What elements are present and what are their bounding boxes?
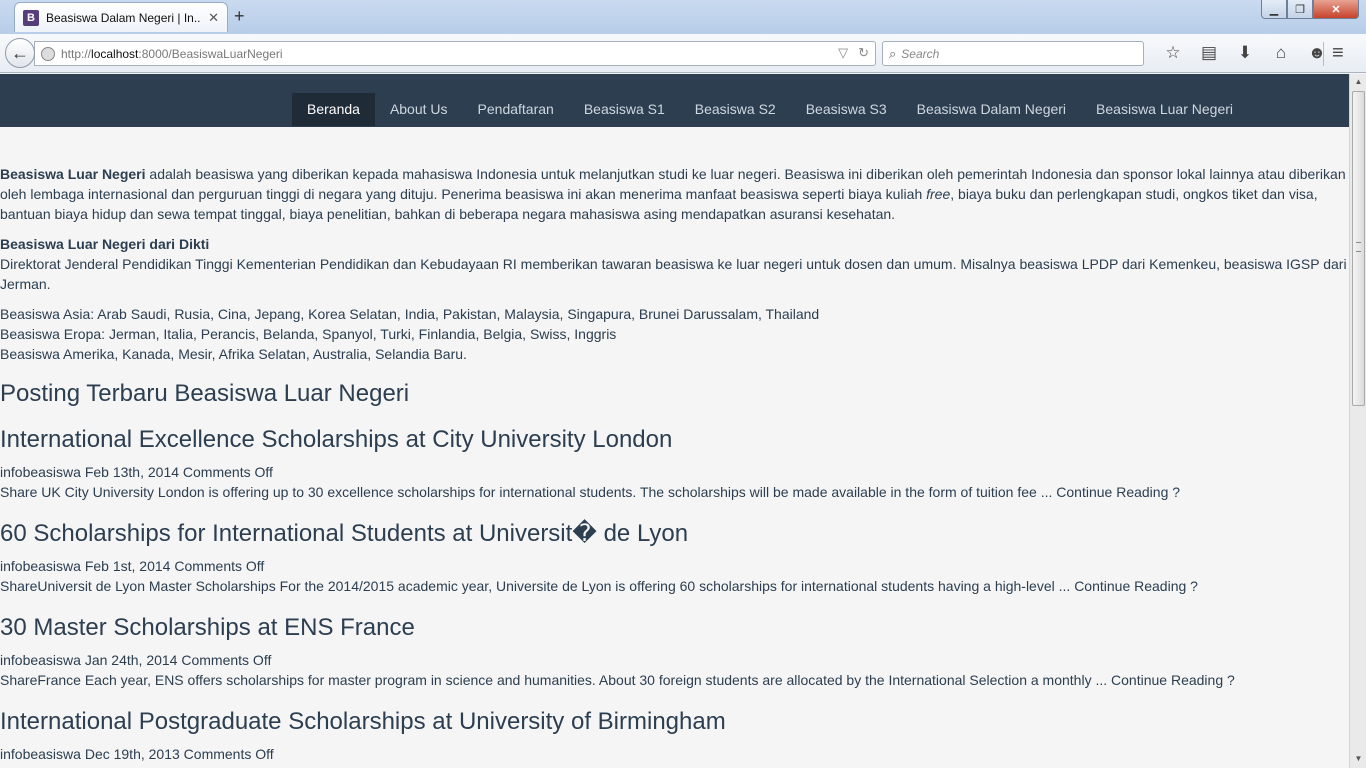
nav-link-luar-negeri[interactable]: Beasiswa Luar Negeri [1081, 93, 1248, 126]
post-title-link[interactable]: International Excellence Scholarships at… [0, 426, 672, 453]
nav-link-beasiswa-s2[interactable]: Beasiswa S2 [680, 93, 791, 126]
close-window-icon[interactable]: ✕ [1313, 0, 1359, 19]
search-input[interactable] [901, 46, 1122, 61]
browser-titlebar: B Beasiswa Dalam Negeri | In... ✕ + ▁ ❐ … [0, 0, 1366, 34]
dikti-heading: Beasiswa Luar Negeri dari Dikti [0, 236, 210, 252]
nav-link-beasiswa-s3[interactable]: Beasiswa S3 [791, 93, 902, 126]
toolbar-divider [1323, 42, 1324, 66]
tab-close-icon[interactable]: ✕ [208, 10, 219, 26]
post-title-link[interactable]: 30 Master Scholarships at ENS France [0, 614, 415, 641]
vertical-scrollbar[interactable]: ▲ ▼ [1349, 74, 1366, 768]
post-excerpt-text: Share UK City University London is offer… [0, 484, 1057, 500]
bootstrap-favicon-icon: B [23, 9, 39, 26]
minimize-icon[interactable]: ▁ [1261, 0, 1287, 19]
back-arrow-icon[interactable]: ← [5, 38, 35, 68]
nav-item-beranda: Beranda [292, 93, 375, 126]
dikti-paragraph: Beasiswa Luar Negeri dari Dikti Direktora… [0, 234, 1349, 294]
intro-bold: Beasiswa Luar Negeri [0, 166, 146, 182]
dikti-text: Direktorat Jenderal Pendidikan Tinggi Ke… [0, 256, 1347, 292]
post-title: 60 Scholarships for International Studen… [0, 520, 1349, 548]
toolbar-icons: ☆ ▤ ⬇ ⌂ ☻ [1155, 42, 1335, 64]
nav-item-beasiswa-s1: Beasiswa S1 [569, 93, 680, 126]
post-meta: infobeasiswa Feb 13th, 2014 Comments Off [0, 464, 273, 480]
regions-paragraph: Beasiswa Asia: Arab Saudi, Rusia, Cina, … [0, 304, 1349, 364]
post-title-link[interactable]: International Postgraduate Scholarships … [0, 708, 726, 735]
home-icon[interactable]: ⌂ [1263, 42, 1299, 64]
post-meta: infobeasiswa Jan 24th, 2014 Comments Off [0, 652, 272, 668]
post-item: 60 Scholarships for International Studen… [0, 520, 1349, 596]
nav-link-about-us[interactable]: About Us [375, 93, 463, 126]
browser-tab[interactable]: B Beasiswa Dalam Negeri | In... ✕ [14, 2, 228, 32]
intro-italic: free [926, 186, 951, 202]
region-amerika: Beasiswa Amerika, Kanada, Mesir, Afrika … [0, 346, 467, 362]
continue-reading-link[interactable]: Continue Reading ? [1111, 672, 1235, 688]
post-excerpt-text: ShareFrance Each year, ENS offers schola… [0, 672, 1112, 688]
post-item: International Postgraduate Scholarships … [0, 708, 1349, 764]
page-viewport: Beranda About Us Pendaftaran Beasiswa S1… [0, 74, 1349, 768]
post-title: International Excellence Scholarships at… [0, 426, 1349, 454]
region-eropa: Beasiswa Eropa: Jerman, Italia, Perancis… [0, 326, 617, 342]
nav-link-beasiswa-s1[interactable]: Beasiswa S1 [569, 93, 680, 126]
nav-item-beasiswa-s3: Beasiswa S3 [791, 93, 902, 126]
main-content: Beasiswa Luar Negeri adalah beasiswa yan… [0, 164, 1349, 764]
window-controls: ▁ ❐ ✕ [1261, 0, 1359, 20]
scroll-up-arrow-icon[interactable]: ▲ [1351, 74, 1366, 90]
browser-toolbar: http://localhost:8000/BeasiswaLuarNegeri… [0, 34, 1366, 73]
nav-link-pendaftaran[interactable]: Pendaftaran [463, 93, 569, 126]
scroll-down-arrow-icon[interactable]: ▼ [1351, 751, 1366, 767]
url-actions: ▽ ↻ [838, 45, 869, 61]
post-excerpt: ShareFrance Each year, ENS offers schola… [0, 670, 1349, 690]
nav-item-dalam-negeri: Beasiswa Dalam Negeri [902, 93, 1081, 126]
post-excerpt: ShareUniversit de Lyon Master Scholarshi… [0, 576, 1349, 596]
menu-icon[interactable]: ≡ [1332, 42, 1344, 65]
search-bar[interactable]: ⌕ [882, 41, 1144, 66]
download-icon[interactable]: ⬇ [1227, 42, 1263, 64]
nav-item-beasiswa-s2: Beasiswa S2 [680, 93, 791, 126]
post-title-link[interactable]: 60 Scholarships for International Studen… [0, 520, 688, 547]
url-bar[interactable]: http://localhost:8000/BeasiswaLuarNegeri… [34, 41, 876, 66]
scroll-grip-icon [1356, 242, 1361, 252]
post-item: International Excellence Scholarships at… [0, 426, 1349, 502]
dropdown-arrow-icon[interactable]: ▽ [838, 45, 848, 61]
continue-reading-link[interactable]: Continue Reading ? [1074, 578, 1198, 594]
search-icon: ⌕ [889, 45, 897, 61]
nav-link-dalam-negeri[interactable]: Beasiswa Dalam Negeri [902, 93, 1081, 126]
nav-list: Beranda About Us Pendaftaran Beasiswa S1… [292, 93, 1248, 126]
nav-item-about-us: About Us [375, 93, 463, 126]
post-title: International Postgraduate Scholarships … [0, 708, 1349, 736]
continue-reading-link[interactable]: Continue Reading ? [1056, 484, 1180, 500]
region-asia: Beasiswa Asia: Arab Saudi, Rusia, Cina, … [0, 306, 820, 322]
bookmark-star-icon[interactable]: ☆ [1155, 42, 1191, 64]
reload-icon[interactable]: ↻ [858, 45, 869, 61]
globe-icon [41, 46, 55, 61]
post-title: 30 Master Scholarships at ENS France [0, 614, 1349, 642]
scroll-thumb[interactable] [1352, 91, 1365, 406]
new-tab-plus-icon[interactable]: + [234, 7, 245, 25]
maximize-icon[interactable]: ❐ [1287, 0, 1313, 19]
post-meta: infobeasiswa Feb 1st, 2014 Comments Off [0, 558, 265, 574]
post-meta: infobeasiswa Dec 19th, 2013 Comments Off [0, 746, 274, 762]
url-text[interactable]: http://localhost:8000/BeasiswaLuarNegeri [61, 47, 283, 61]
site-navbar: Beranda About Us Pendaftaran Beasiswa S1… [0, 74, 1349, 127]
post-excerpt-text: ShareUniversit de Lyon Master Scholarshi… [0, 578, 1075, 594]
nav-item-pendaftaran: Pendaftaran [463, 93, 569, 126]
nav-item-luar-negeri: Beasiswa Luar Negeri [1081, 93, 1248, 126]
post-item: 30 Master Scholarships at ENS France inf… [0, 614, 1349, 690]
reading-list-icon[interactable]: ▤ [1191, 42, 1227, 64]
smiley-icon[interactable]: ☻ [1299, 42, 1335, 64]
latest-posts-heading: Posting Terbaru Beasiswa Luar Negeri [0, 380, 410, 407]
nav-link-beranda[interactable]: Beranda [292, 93, 375, 126]
intro-paragraph: Beasiswa Luar Negeri adalah beasiswa yan… [0, 164, 1349, 224]
tab-title: Beasiswa Dalam Negeri | In... [46, 10, 201, 25]
post-excerpt: Share UK City University London is offer… [0, 482, 1349, 502]
